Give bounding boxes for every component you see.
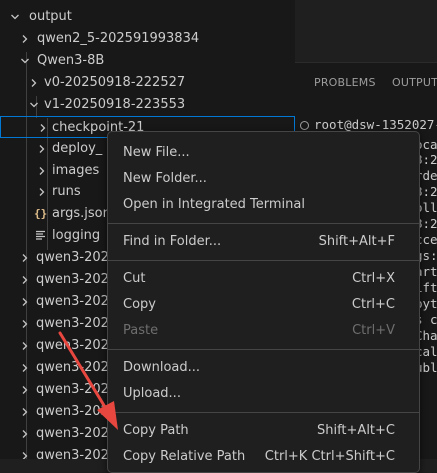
menu-item-label: Upload...: [123, 386, 181, 401]
context-menu: New File... New Folder... Open in Integr…: [107, 131, 420, 473]
chevron-right-icon: [19, 335, 31, 357]
chevron-right-icon: [37, 117, 49, 139]
chevron-right-icon: [36, 181, 48, 203]
tree-item-label: qwen3-202: [36, 272, 109, 287]
chevron-right-icon: [28, 72, 40, 94]
tab-problems[interactable]: PROBLEMS: [314, 76, 376, 89]
json-file-icon: {}: [34, 207, 48, 220]
menu-item-label: Copy Path: [123, 423, 189, 438]
editor-area: [295, 0, 437, 62]
chevron-right-icon: [19, 269, 31, 291]
tree-item-label: qwen3-202: [36, 448, 109, 459]
chevron-down-icon: [9, 6, 21, 28]
menu-item-shortcut: Ctrl+X: [352, 271, 395, 286]
panel-tabs: PROBLEMS OUTPUT: [295, 62, 437, 101]
terminal-prompt: root@dsw-1352027-8: [314, 117, 437, 132]
menu-item-paste: Paste Ctrl+V: [108, 319, 419, 343]
tree-item-label: qwen3-202: [36, 338, 109, 353]
tab-output[interactable]: OUTPUT: [392, 76, 437, 89]
menu-item-upload[interactable]: Upload...: [108, 382, 419, 406]
tree-item-folder[interactable]: Qwen3-8B: [0, 50, 295, 72]
tree-item-label: v0-20250918-222527: [44, 75, 186, 90]
tree-item-label: deploy_: [52, 141, 103, 156]
menu-separator: [108, 412, 419, 413]
tree-item-label: qwen3-202: [36, 294, 109, 309]
chevron-right-icon: [19, 423, 31, 445]
menu-item-copy[interactable]: Copy Ctrl+C: [108, 293, 419, 317]
tree-item-label: runs: [52, 184, 81, 199]
chevron-right-icon: [19, 247, 31, 269]
menu-item-shortcut: Shift+Alt+F: [318, 234, 395, 249]
chevron-right-icon: [19, 28, 31, 50]
menu-item-shortcut: Ctrl+C: [351, 297, 395, 312]
menu-item-copy-relative-path[interactable]: Copy Relative Path Ctrl+K Ctrl+Shift+C: [108, 445, 419, 469]
menu-item-open-in-terminal[interactable]: Open in Integrated Terminal: [108, 193, 419, 217]
menu-separator: [108, 223, 419, 224]
tree-item-output[interactable]: output: [0, 6, 295, 28]
tree-item-label: qwen3-202: [36, 404, 109, 419]
tree-item-label: logging: [52, 228, 101, 243]
menu-item-label: Copy Relative Path: [123, 449, 246, 464]
tree-item-label: images: [52, 163, 100, 178]
chevron-right-icon: [19, 291, 31, 313]
tree-item-label: args.json: [52, 206, 111, 221]
menu-item-find-in-folder[interactable]: Find in Folder... Shift+Alt+F: [108, 230, 419, 254]
menu-item-copy-path[interactable]: Copy Path Shift+Alt+C: [108, 419, 419, 443]
tree-item-folder[interactable]: qwen2_5-202591993834: [0, 28, 295, 50]
menu-item-label: Paste: [123, 323, 159, 338]
tree-item-label: qwen3-202: [36, 250, 109, 265]
menu-separator: [108, 260, 419, 261]
tree-item-label: qwen3-202: [36, 426, 109, 441]
menu-item-shortcut: Ctrl+V: [352, 323, 395, 338]
menu-item-new-file[interactable]: New File...: [108, 141, 419, 165]
menu-item-shortcut: Ctrl+K Ctrl+Shift+C: [264, 449, 395, 464]
menu-item-label: Open in Integrated Terminal: [123, 197, 305, 212]
chevron-right-icon: [36, 138, 48, 160]
tree-item-label: v1-20250918-223553: [44, 97, 186, 112]
chevron-right-icon: [19, 313, 31, 335]
chevron-right-icon: [36, 160, 48, 182]
chevron-right-icon: [19, 401, 31, 423]
menu-item-label: Copy: [123, 297, 156, 312]
text-file-icon: [35, 225, 46, 247]
menu-item-cut[interactable]: Cut Ctrl+X: [108, 267, 419, 291]
tree-item-label: qwen3-202: [36, 360, 109, 375]
menu-item-label: Cut: [123, 271, 146, 286]
menu-item-new-folder[interactable]: New Folder...: [108, 167, 419, 191]
chevron-right-icon: [19, 379, 31, 401]
tree-item-label: qwen2_5-202591993834: [37, 31, 200, 46]
tree-item-folder[interactable]: v1-20250918-223553: [0, 94, 295, 116]
tree-item-label: output: [29, 9, 72, 24]
chevron-down-icon: [19, 50, 31, 72]
menu-item-label: Download...: [123, 360, 201, 375]
menu-item-label: Find in Folder...: [123, 234, 222, 249]
tree-item-label: qwen3-202: [36, 382, 109, 397]
tree-item-folder[interactable]: v0-20250918-222527: [0, 72, 295, 94]
menu-item-shortcut: Shift+Alt+C: [316, 423, 395, 438]
terminal-status-icon: [300, 121, 309, 130]
chevron-right-icon: [19, 357, 31, 379]
menu-item-label: New File...: [123, 145, 190, 160]
menu-separator: [108, 349, 419, 350]
tree-item-label: Qwen3-8B: [37, 53, 105, 68]
menu-item-label: New Folder...: [123, 171, 207, 186]
chevron-right-icon: [19, 445, 31, 459]
tree-item-label: qwen3-202: [36, 316, 109, 331]
menu-item-download[interactable]: Download...: [108, 356, 419, 380]
chevron-down-icon: [28, 94, 40, 116]
